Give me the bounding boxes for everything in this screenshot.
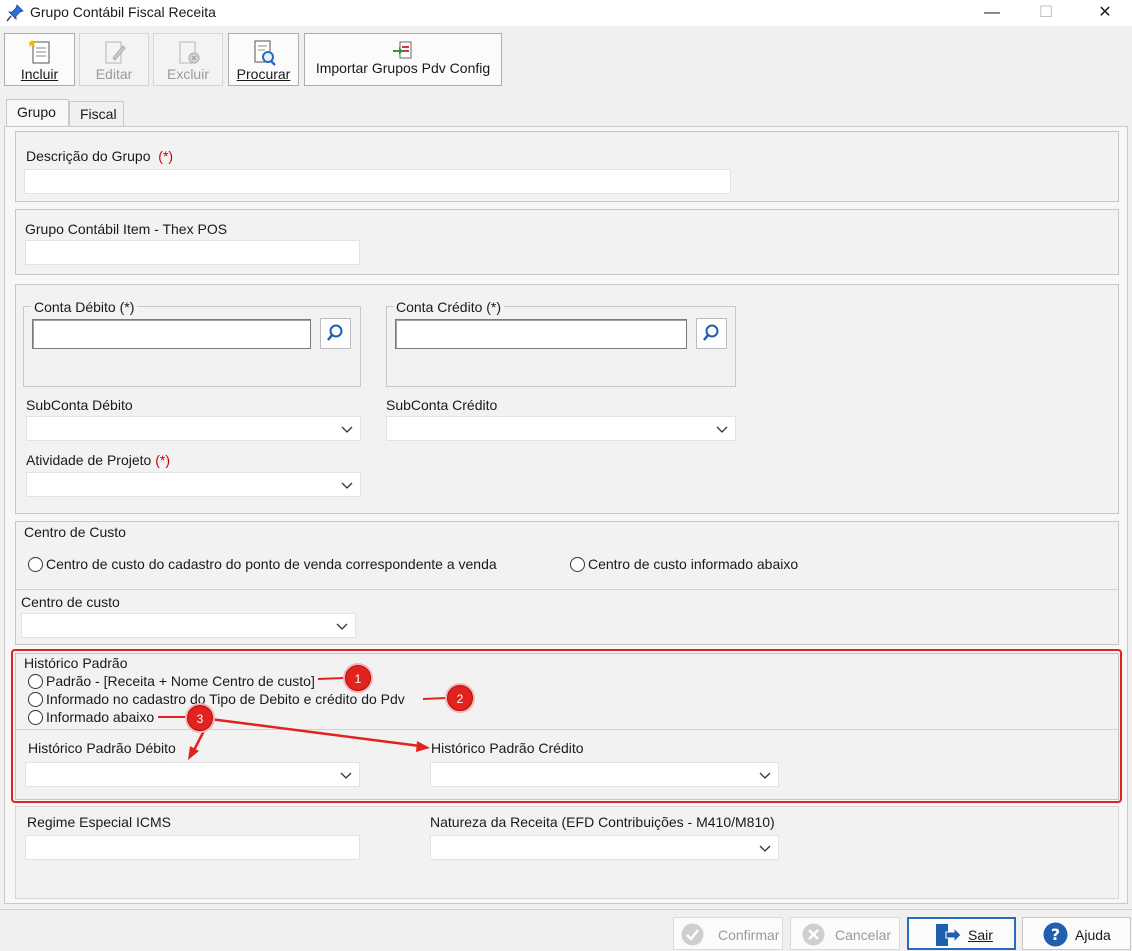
regime-input[interactable]: [25, 835, 360, 860]
natureza-select[interactable]: [430, 835, 779, 860]
ajuda-label: Ajuda: [1075, 927, 1111, 943]
annotation-badge-2: 2: [447, 685, 473, 711]
check-circle-icon: [681, 923, 704, 946]
confirmar-label: Confirmar: [718, 927, 780, 943]
sair-label: Sair: [968, 927, 993, 943]
annotation-badge-1: 1: [345, 665, 371, 691]
ajuda-button[interactable]: ? Ajuda: [1022, 917, 1131, 950]
cancelar-button[interactable]: Cancelar: [790, 917, 900, 950]
help-icon: ?: [1043, 922, 1068, 947]
annotation-badge-3: 3: [187, 705, 213, 731]
confirmar-button[interactable]: Confirmar: [673, 917, 783, 950]
cancel-circle-icon: [802, 923, 825, 946]
exit-door-icon: [936, 924, 962, 946]
regime-label: Regime Especial ICMS: [27, 814, 171, 830]
svg-text:?: ?: [1051, 925, 1060, 944]
cancelar-label: Cancelar: [835, 927, 892, 943]
chevron-down-icon: [759, 845, 771, 852]
sair-button[interactable]: Sair: [907, 917, 1016, 950]
natureza-label: Natureza da Receita (EFD Contribuições -…: [430, 814, 775, 830]
